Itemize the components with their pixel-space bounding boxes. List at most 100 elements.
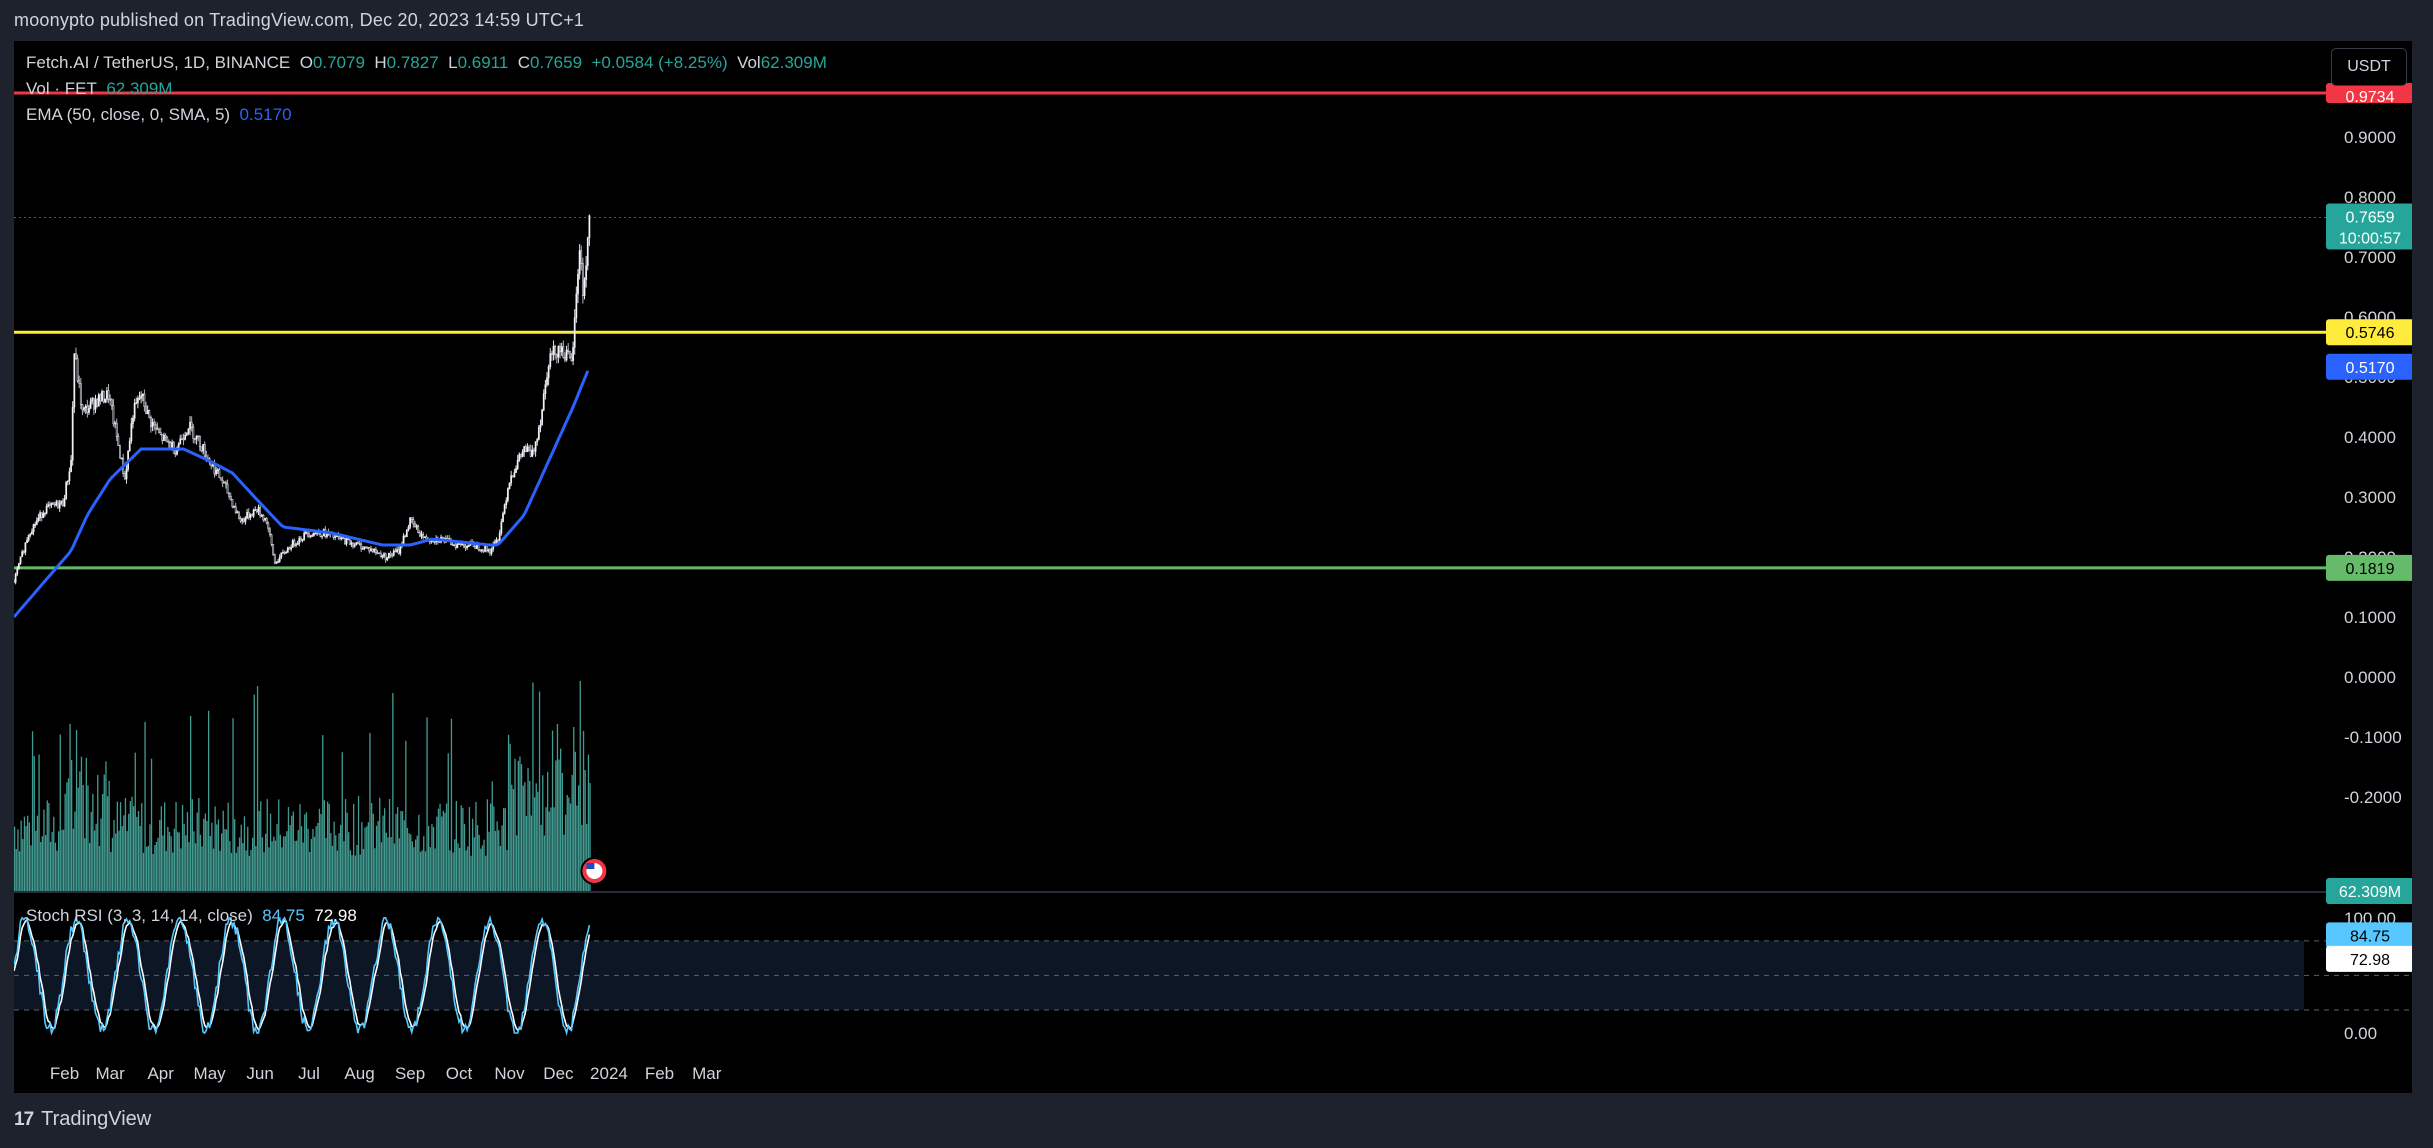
volume-bar bbox=[476, 825, 479, 891]
volume-bar bbox=[498, 830, 500, 891]
candle-down bbox=[228, 492, 231, 497]
candle-down bbox=[198, 435, 201, 448]
volume-bar bbox=[470, 855, 472, 891]
x-axis-tick: Jun bbox=[246, 1064, 273, 1083]
candle-down bbox=[247, 511, 250, 519]
volume-bar bbox=[157, 837, 159, 891]
volume-bar bbox=[421, 850, 423, 891]
candle-up bbox=[506, 488, 509, 501]
candle-up bbox=[480, 549, 483, 552]
volume-bar bbox=[459, 847, 461, 891]
chart-frame[interactable]: 0.90000.80000.70000.60000.50000.40000.30… bbox=[14, 41, 2412, 1093]
candle-down bbox=[366, 546, 369, 549]
candle-up bbox=[94, 399, 97, 410]
red-line-badge: 0.9734 bbox=[2346, 89, 2395, 106]
candle-up bbox=[516, 460, 519, 469]
candle-up bbox=[537, 427, 540, 440]
candle-up bbox=[68, 471, 71, 482]
volume-bar bbox=[387, 837, 389, 891]
volume-bar bbox=[359, 854, 361, 891]
volume-bar bbox=[126, 831, 128, 891]
candle-down bbox=[343, 537, 346, 545]
volume-badge: 62.309M bbox=[2339, 884, 2401, 901]
volume-bar bbox=[578, 785, 580, 891]
candle-up bbox=[585, 265, 588, 280]
volume-bar bbox=[388, 799, 391, 891]
candle-down bbox=[102, 391, 105, 403]
candle-up bbox=[350, 542, 353, 545]
volume-bar bbox=[509, 743, 511, 891]
candle-up bbox=[91, 398, 94, 402]
ema-legend: EMA (50, close, 0, SMA, 5) 0.5170 bbox=[26, 105, 292, 125]
candle-down bbox=[474, 546, 477, 549]
volume-bar bbox=[269, 813, 272, 891]
candle-down bbox=[462, 543, 465, 547]
close-value: 0.7659 bbox=[530, 53, 583, 72]
volume-bar bbox=[341, 752, 343, 891]
candle-up bbox=[396, 549, 398, 553]
volume-bar bbox=[180, 848, 182, 891]
candle-down bbox=[78, 380, 81, 384]
candle-down bbox=[417, 525, 420, 533]
candle-up bbox=[215, 470, 218, 475]
candle-down bbox=[568, 351, 571, 358]
volume-bar bbox=[555, 760, 557, 891]
volume-bar bbox=[204, 813, 206, 891]
volume-bar bbox=[142, 852, 145, 891]
volume-bar bbox=[483, 839, 485, 891]
volume-bar bbox=[198, 798, 200, 891]
volume-bar bbox=[569, 803, 572, 891]
volume-bar bbox=[397, 807, 399, 891]
stoch-k-badge: 84.75 bbox=[2350, 928, 2390, 945]
volume-bar bbox=[506, 850, 508, 891]
candle-down bbox=[197, 435, 200, 438]
volume-bar bbox=[369, 733, 371, 891]
candle-down bbox=[14, 580, 15, 583]
candle-up bbox=[304, 531, 307, 534]
volume-bar bbox=[501, 825, 503, 891]
volume-bar bbox=[571, 774, 573, 891]
candle-down bbox=[389, 552, 392, 556]
candle-up bbox=[353, 544, 356, 547]
volume-bar bbox=[64, 793, 66, 891]
candle-up bbox=[88, 407, 90, 413]
volume-bar bbox=[110, 851, 112, 891]
candle-down bbox=[234, 506, 237, 513]
volume-bar bbox=[507, 734, 510, 891]
candle-up bbox=[340, 537, 343, 540]
candle-up bbox=[573, 317, 576, 348]
candle-up bbox=[402, 535, 405, 546]
volume-bar bbox=[485, 855, 487, 891]
volume-bar bbox=[150, 758, 153, 891]
candle-up bbox=[423, 536, 426, 538]
volume-bar bbox=[89, 842, 91, 891]
volume-bar bbox=[56, 850, 58, 891]
candle-up bbox=[544, 384, 547, 394]
candle-up bbox=[586, 237, 589, 267]
volume-bar bbox=[144, 721, 146, 891]
volume-bar bbox=[493, 806, 495, 891]
volume-bar bbox=[516, 835, 518, 891]
volume-bar bbox=[40, 842, 42, 891]
volume-bar bbox=[181, 804, 184, 891]
volume-bar bbox=[240, 824, 242, 891]
volume-bar bbox=[69, 723, 71, 891]
volume-bar bbox=[41, 836, 43, 891]
candle-up bbox=[392, 550, 395, 556]
footer-brand[interactable]: TradingView bbox=[41, 1108, 151, 1131]
volume-bar bbox=[444, 812, 446, 891]
chart-svg[interactable]: 0.90000.80000.70000.60000.50000.40000.30… bbox=[14, 41, 2412, 1093]
candle-down bbox=[218, 469, 221, 479]
volume-bar bbox=[525, 815, 528, 891]
candle-down bbox=[376, 552, 379, 555]
volume-legend: Vol · FET 62.309M bbox=[26, 79, 172, 99]
volume-bar bbox=[384, 808, 386, 891]
volume-bar bbox=[322, 735, 324, 891]
volume-bar bbox=[581, 824, 583, 891]
volume-bar bbox=[237, 846, 239, 891]
currency-button[interactable]: USDT bbox=[2331, 48, 2407, 86]
volume-bar bbox=[146, 846, 148, 891]
candle-down bbox=[158, 428, 160, 433]
volume-bar bbox=[168, 831, 171, 891]
volume-bar bbox=[209, 836, 211, 891]
